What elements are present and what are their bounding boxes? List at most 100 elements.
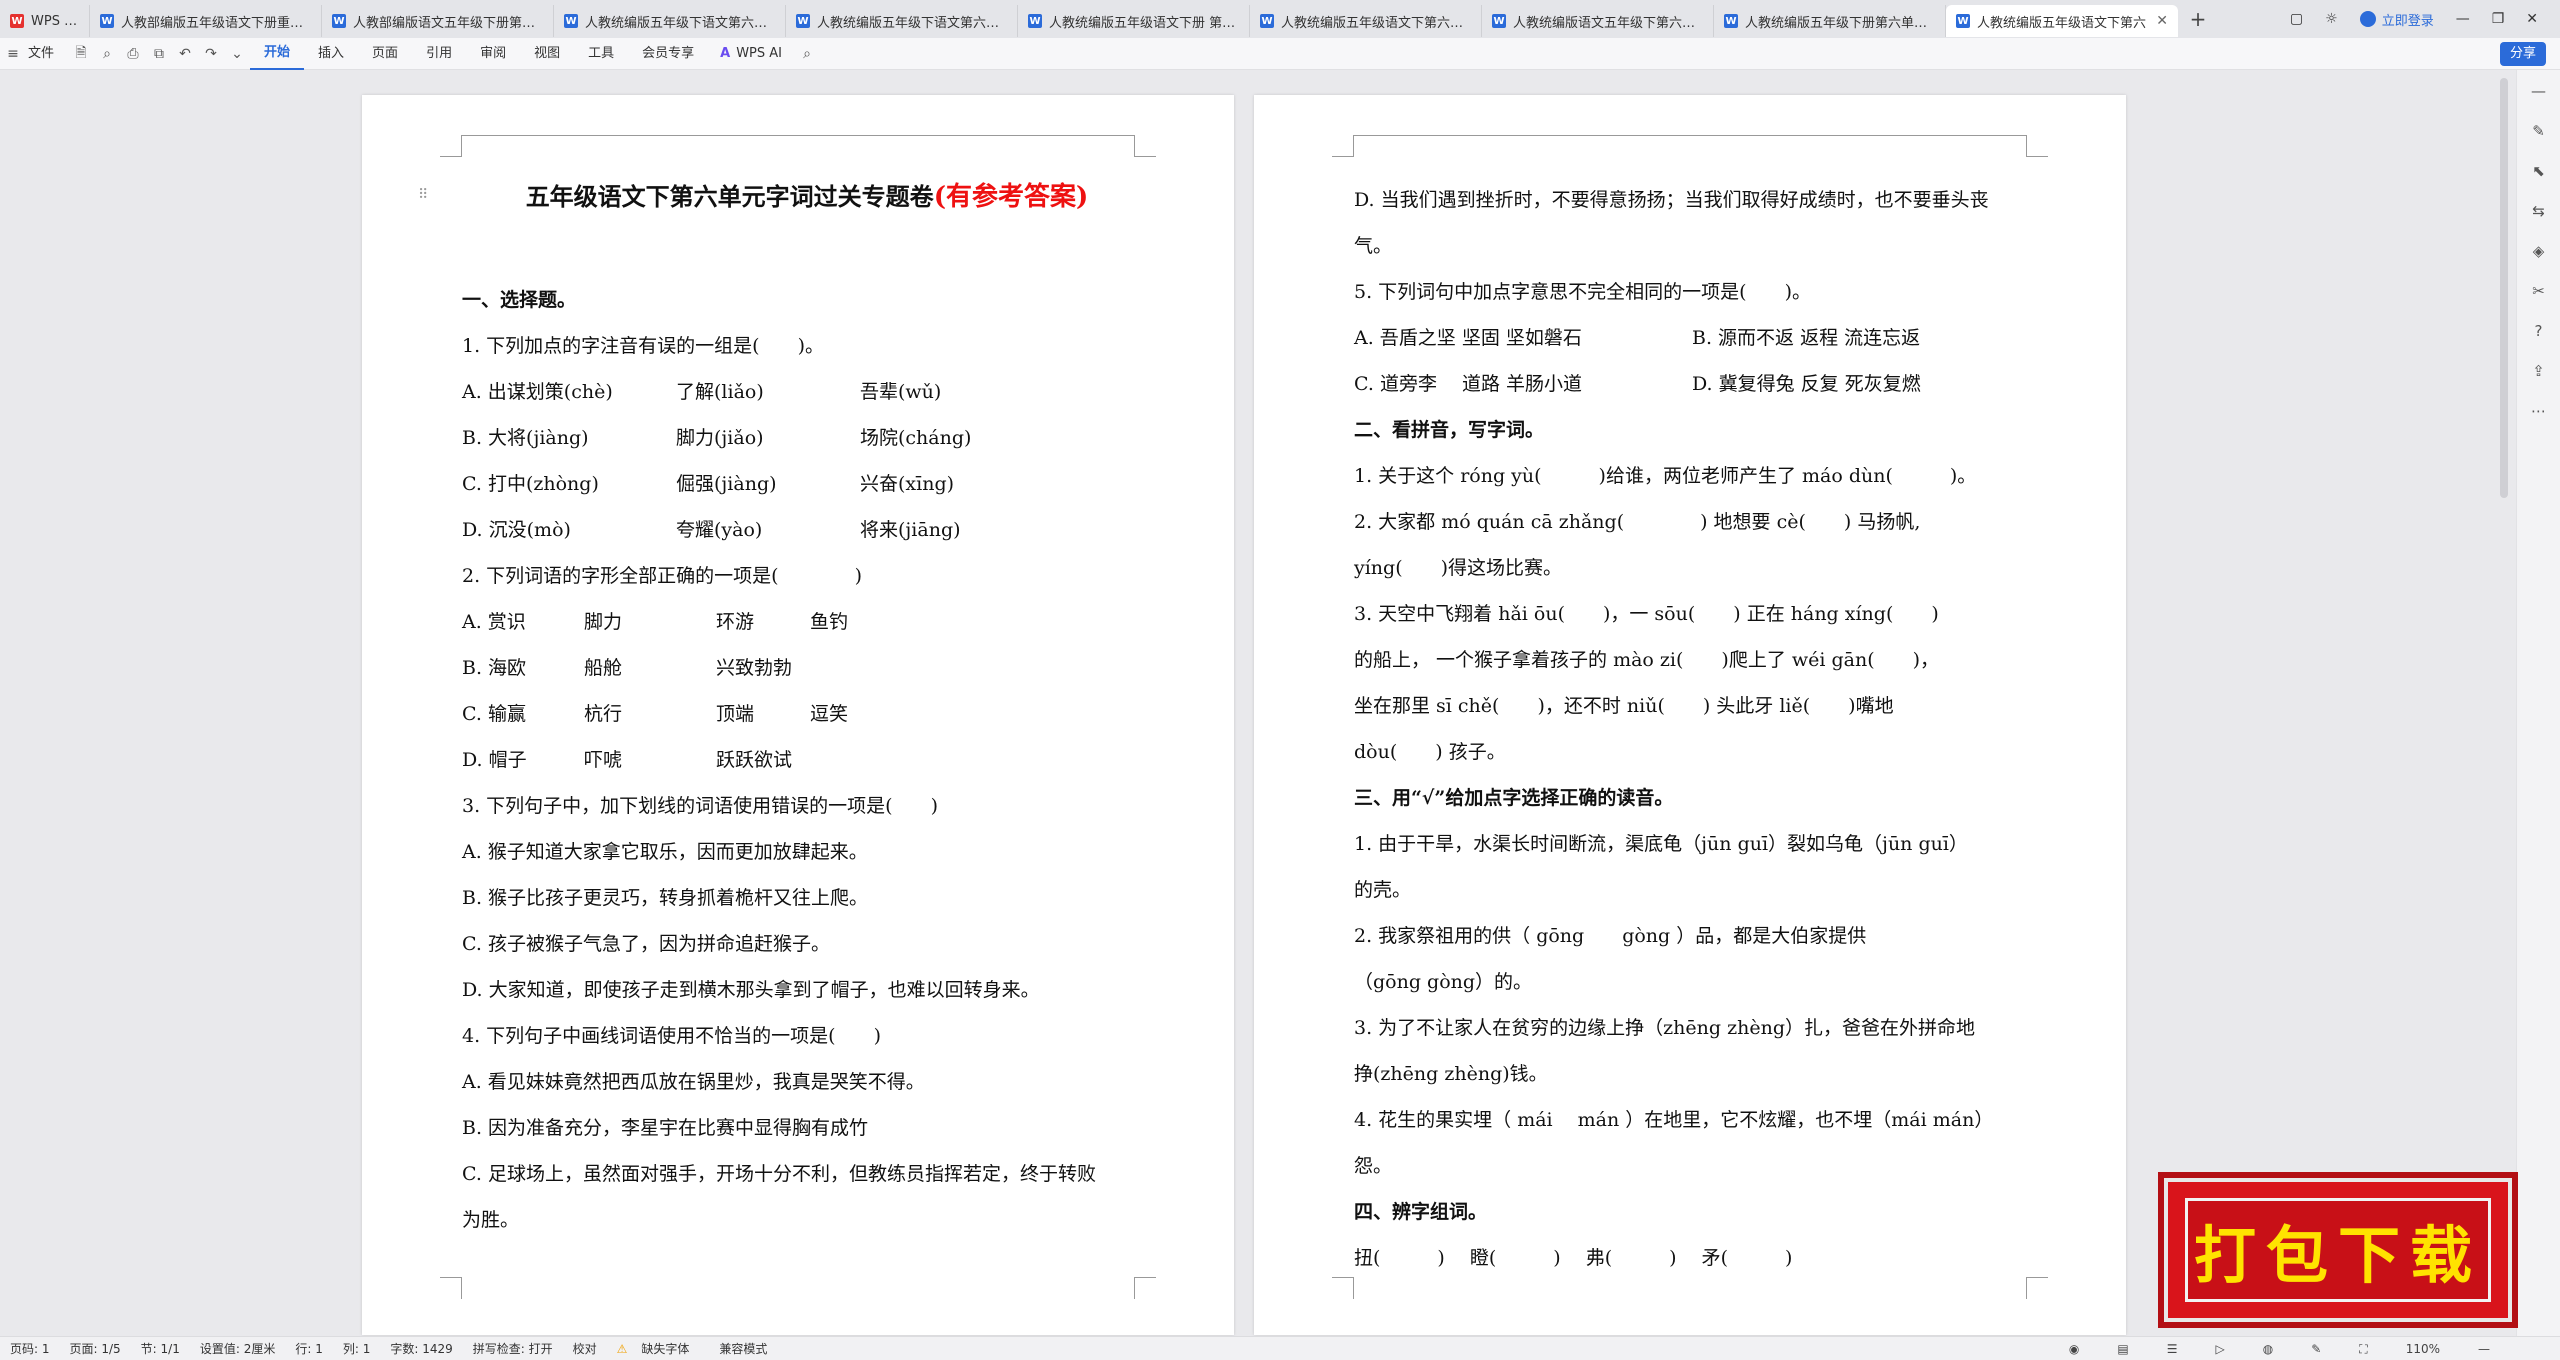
menu-insert[interactable]: 插入 — [304, 38, 358, 70]
search-doc-icon[interactable]: ⌕ — [94, 46, 120, 62]
print-preview-icon[interactable]: ⧉ — [146, 46, 172, 62]
option-cell: B. 海欧 — [462, 657, 527, 679]
question-text: 3. 下列句子中，加下划线的词语使用错误的一项是( ) — [462, 795, 938, 817]
chevron-down-icon[interactable]: ⌄ — [224, 46, 250, 62]
question-text: 2. 下列词语的字形全部正确的一项是( ) — [462, 565, 862, 587]
option-cell: D. 沉没(mò) — [462, 519, 571, 541]
tab-wps-home[interactable]: W WPS Office — [0, 5, 90, 37]
avatar — [2359, 11, 2376, 27]
tab-label: 人教部编版语文五年级下册第六单元 — [353, 15, 543, 31]
option-cell: 了解(liǎo) — [676, 381, 764, 403]
status-proofread[interactable]: 校对 — [563, 1340, 607, 1357]
page-view-icon[interactable]: ▤ — [2107, 1342, 2138, 1356]
option-cell: C. 输赢 — [462, 703, 526, 725]
shapes-icon[interactable]: ◈ — [2533, 242, 2545, 260]
zoom-level[interactable]: 110% — [2396, 1342, 2450, 1356]
restore-layout-icon[interactable]: ▢ — [2290, 11, 2303, 27]
option-line: C. 足球场上，虽然面对强手，开场十分不利，但教练员指挥若定，终于转败 — [462, 1163, 1096, 1185]
redo-icon[interactable]: ↷ — [198, 46, 224, 62]
tab-document[interactable]: W 人教统编版语文五年级下第六单元 — [1482, 5, 1714, 37]
option-cell: 逗笑 — [810, 703, 849, 725]
status-pages[interactable]: 页面: 1/5 — [60, 1340, 131, 1357]
vertical-scrollbar[interactable] — [2500, 78, 2508, 498]
save-icon[interactable]: 🗎 — [68, 42, 94, 66]
option-line: 为胜。 — [462, 1209, 520, 1231]
reading-line: 3. 为了不让家人在贫穷的边缘上挣（zhēng zhèng）扎，爸爸在外拼命地 — [1354, 1017, 1975, 1039]
option-cell: 顶端 — [716, 703, 755, 725]
option-line: 气。 — [1354, 235, 1393, 257]
word-doc-icon: W — [100, 14, 114, 28]
share-button[interactable]: 分享 — [2499, 42, 2546, 66]
close-window-icon[interactable]: ✕ — [2526, 11, 2538, 27]
close-tab-icon[interactable]: ✕ — [2156, 13, 2168, 29]
select-icon[interactable]: ⬉ — [2532, 162, 2545, 180]
menu-file[interactable]: 文件 — [26, 38, 68, 70]
menu-review[interactable]: 审阅 — [466, 38, 520, 70]
wps-logo-icon: W — [10, 14, 24, 28]
tab-document[interactable]: W 人教部编版语文五年级下册第六单元 — [322, 5, 554, 37]
collapse-icon[interactable]: — — [2531, 82, 2546, 100]
wps-ai-button[interactable]: A WPS AI — [708, 46, 794, 61]
edit-icon[interactable]: ✎ — [2301, 1342, 2331, 1356]
tab-label: 人教统编版五年级语文下第六单元字 — [1281, 15, 1471, 31]
word-doc-icon: W — [332, 14, 346, 28]
status-setting: 设置值: 2厘米 — [199, 1342, 276, 1356]
tab-document[interactable]: W 人教统编版五年级下语文第六单元测 — [786, 5, 1018, 37]
option-cell: 兴致勃勃 — [716, 657, 793, 679]
option-cell: C. 道旁李 道路 羊肠小道 — [1354, 373, 1583, 395]
option-row: B. 大将(jiàng) 脚力(jiǎo) 场院(cháng) — [462, 415, 1138, 461]
pen-icon[interactable]: ✎ — [2532, 122, 2545, 140]
status-words[interactable]: 字数: 1429 — [380, 1340, 462, 1357]
tab-label: 人教统编版五年级语文下册 第6单元 — [1049, 15, 1239, 31]
wps-ai-icon: A — [720, 46, 731, 61]
theme-icon[interactable]: ☼ — [2325, 11, 2338, 27]
tools-icon[interactable]: ✂ — [2532, 282, 2545, 300]
tab-label: 人教统编版五年级语文下第六 — [1977, 15, 2147, 31]
zoom-out-icon[interactable]: — — [2468, 1342, 2500, 1356]
crop-mark — [1134, 1277, 1156, 1299]
tab-label: WPS Office — [31, 13, 79, 29]
hamburger-menu-icon[interactable]: ≡ — [0, 46, 26, 62]
reading-line: 挣(zhēng zhèng)钱。 — [1354, 1063, 1548, 1085]
minimize-icon[interactable]: — — [2456, 11, 2470, 27]
tab-label: 人教统编版五年级下册第六单元测 — [1745, 15, 1935, 31]
option-cell: A. 吾盾之坚 坚固 坚如磐石 — [1354, 327, 1582, 349]
tab-document[interactable]: W 人教统编版五年级下册第六单元测 — [1714, 5, 1946, 37]
undo-icon[interactable]: ↶ — [172, 46, 198, 62]
play-icon[interactable]: ▷ — [2206, 1342, 2235, 1356]
maximize-icon[interactable]: ❐ — [2492, 11, 2505, 27]
status-spellcheck[interactable]: 拼写检查: 打开 — [463, 1340, 563, 1357]
word-doc-icon: W — [1260, 14, 1274, 28]
menu-references[interactable]: 引用 — [412, 38, 466, 70]
help-icon[interactable]: ? — [2535, 322, 2543, 340]
drag-handle-icon[interactable]: ⠿ — [418, 187, 428, 203]
menu-page[interactable]: 页面 — [358, 38, 412, 70]
tab-document[interactable]: W 人教统编版五年级语文下册 第6单元 — [1018, 5, 1250, 37]
translate-icon[interactable]: ⇆ — [2532, 202, 2545, 220]
menu-view[interactable]: 视图 — [520, 38, 574, 70]
outline-view-icon[interactable]: ☰ — [2157, 1342, 2188, 1356]
print-icon[interactable]: ⎙ — [120, 46, 146, 62]
word-doc-icon: W — [1724, 14, 1738, 28]
search-icon[interactable]: ⌕ — [794, 46, 820, 62]
login-button[interactable]: 立即登录 — [2359, 10, 2434, 29]
web-view-icon[interactable]: ◍ — [2253, 1342, 2283, 1356]
option-cell: 脚力 — [584, 611, 623, 633]
right-sidebar: — ✎ ⬉ ⇆ ◈ ✂ ? ⇪ ⋯ — [2516, 70, 2560, 1336]
share-doc-icon[interactable]: ⇪ — [2532, 362, 2545, 380]
tab-document[interactable]: W 人教统编版五年级语文下第六单元字 — [1250, 5, 1482, 37]
download-package-badge[interactable]: 打包下载 — [2158, 1172, 2518, 1328]
menu-home[interactable]: 开始 — [250, 38, 305, 70]
section-heading: 一、选择题。 — [462, 289, 577, 311]
tab-document-active[interactable]: W 人教统编版五年级语文下第六 ✕ — [1946, 5, 2178, 37]
tab-document[interactable]: W 人教部编版五年级语文下册重点字形 — [90, 5, 322, 37]
eye-icon[interactable]: ◉ — [2059, 1342, 2089, 1356]
menu-tools[interactable]: 工具 — [574, 38, 628, 70]
menu-membership[interactable]: 会员专享 — [628, 38, 708, 70]
tab-bar: W WPS Office W 人教部编版五年级语文下册重点字形 W 人教部编版语文五年… — [0, 0, 2560, 38]
tab-document[interactable]: W 人教统编版五年级下语文第六单元字 — [554, 5, 786, 37]
missing-font-button[interactable]: ⚠ 缺失字体 — [607, 1340, 710, 1357]
fit-page-icon[interactable]: ⛶ — [2349, 1342, 2377, 1357]
new-tab-button[interactable]: + — [2178, 7, 2218, 31]
more-icon[interactable]: ⋯ — [2531, 402, 2546, 420]
